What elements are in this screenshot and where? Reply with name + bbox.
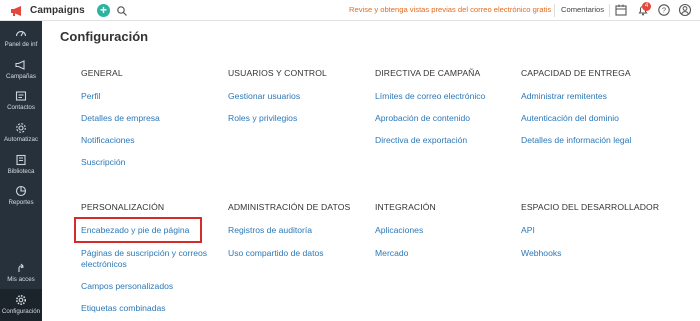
section-title: ADMINISTRACIÓN DE DATOS [228,202,351,212]
section-title: CAPACIDAD DE ENTREGA [521,68,631,78]
sidebar-item-library[interactable]: Biblioteca [0,154,42,186]
divider [609,4,610,17]
section-deliverability: CAPACIDAD DE ENTREGA Administrar remiten… [521,68,661,146]
sidebar-item-dashboard[interactable]: Panel de inf [0,27,42,59]
link-applications[interactable]: Aplicaciones [375,225,515,236]
sidebar-item-automation[interactable]: Automatizac [0,122,42,154]
gear-icon [16,295,26,305]
contacts-icon [15,91,27,101]
promo-link[interactable]: Revise y obtenga vistas previas del corr… [349,5,551,14]
section-title: INTEGRACIÓN [375,202,436,212]
link-subscription[interactable]: Suscripción [81,157,221,168]
section-title: DIRECTIVA DE CAMPAÑA [375,68,481,78]
svg-text:?: ? [662,6,666,15]
reports-icon [15,185,27,197]
link-domain-authentication[interactable]: Autenticación del dominio [521,113,661,124]
link-legal-info[interactable]: Detalles de información legal [521,135,661,146]
link-audit-logs[interactable]: Registros de auditoría [228,225,368,236]
campaigns-logo-icon [10,4,25,16]
link-subscription-pages[interactable]: Páginas de suscripción y correos [81,248,226,259]
sidebar-item-campaigns[interactable]: Campañas [0,59,42,91]
link-profile[interactable]: Perfil [81,91,221,102]
library-icon [16,154,26,166]
sidebar-item-label: Panel de inf [4,41,38,48]
notification-badge: 4 [642,2,651,11]
link-merge-tags[interactable]: Etiquetas combinadas [81,303,226,314]
section-title: PERSONALIZACIÓN [81,202,165,212]
help-icon[interactable]: ? [657,3,671,17]
section-general: GENERAL Perfil Detalles de empresa Notif… [81,68,221,168]
link-custom-fields[interactable]: Campos personalizados [81,281,226,292]
section-users: USUARIOS Y CONTROL Gestionar usuarios Ro… [228,68,368,124]
highlight-box [74,217,202,243]
link-email-limits[interactable]: Límites de correo electrónico [375,91,515,102]
sidebar-item-contacts[interactable]: Contactos [0,90,42,122]
section-data-admin: ADMINISTRACIÓN DE DATOS Registros de aud… [228,202,368,259]
link-export-policy[interactable]: Directiva de exportación [375,135,515,146]
create-button[interactable]: + [97,3,110,17]
sidebar-item-label: Automatizac [3,136,39,143]
section-title: GENERAL [81,68,123,78]
sidebar-item-label: Reportes [8,199,34,206]
comments-link[interactable]: Comentarios [561,5,604,14]
sidebar-item-label: Mis acces [7,276,35,283]
sidebar-item-reports[interactable]: Reportes [0,185,42,217]
sidebar-item-label: Contactos [7,104,35,111]
link-manage-users[interactable]: Gestionar usuarios [228,91,368,102]
top-bar: Campaigns + Revise y obtenga vistas prev… [0,0,700,21]
shortcut-icon [18,263,24,272]
section-integration: INTEGRACIÓN Aplicaciones Mercado [375,202,515,259]
link-marketplace[interactable]: Mercado [375,248,515,259]
sidebar-item-label: Campañas [6,73,36,80]
link-webhooks[interactable]: Webhooks [521,248,661,259]
link-data-sharing[interactable]: Uso compartido de datos [228,248,368,259]
search-icon[interactable] [116,4,128,16]
sidebar: Panel de inf Campañas Contactos Automati… [0,21,42,321]
link-company-details[interactable]: Detalles de empresa [81,113,221,124]
megaphone-icon [15,60,25,70]
page-title: Configuración [60,29,149,44]
dashboard-icon [15,30,27,37]
section-developer: ESPACIO DEL DESARROLLADOR API Webhooks [521,202,661,259]
automation-icon [16,123,26,133]
app-name: Campaigns [30,4,85,16]
link-notifications[interactable]: Notificaciones [81,135,221,146]
sidebar-item-settings[interactable]: Configuración [0,289,42,321]
user-avatar-icon[interactable] [678,3,692,17]
link-content-approval[interactable]: Aprobación de contenido [375,113,515,124]
section-title: ESPACIO DEL DESARROLLADOR [521,202,660,212]
link-subscription-pages-cont[interactable]: electrónicos [81,259,226,270]
brand[interactable]: Campaigns [0,0,90,21]
link-roles-privileges[interactable]: Roles y privilegios [228,113,368,124]
sidebar-item-label: Biblioteca [7,168,35,175]
link-api[interactable]: API [521,225,661,236]
divider [554,4,555,17]
section-title: USUARIOS Y CONTROL [228,68,327,78]
link-manage-senders[interactable]: Administrar remitentes [521,91,661,102]
section-campaign-policy: DIRECTIVA DE CAMPAÑA Límites de correo e… [375,68,515,146]
sidebar-item-label: Configuración [1,308,41,315]
calendar-icon[interactable] [614,3,628,17]
